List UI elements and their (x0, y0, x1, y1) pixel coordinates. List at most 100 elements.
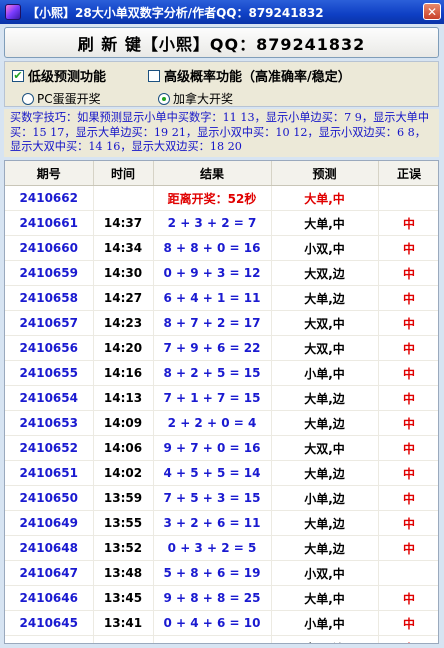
period-cell: 2410649 (5, 510, 94, 536)
time-cell: 14:06 (93, 435, 154, 461)
table-row[interactable]: 2410647 13:48 5 + 8 + 6 = 19 小双,中 (5, 560, 438, 586)
time-cell: 14:37 (93, 210, 154, 236)
table-row[interactable]: 241064413:385 + 5 + 6 = 16大双,边中 (5, 635, 438, 643)
high-prob-checkbox[interactable]: 高级概率功能（高准确率/稳定） (148, 66, 351, 85)
time-cell: 14:02 (93, 460, 154, 486)
prediction-cell: 小单,中 (271, 360, 379, 386)
prediction-cell: 大单,边 (271, 510, 379, 536)
results-grid: 期号 时间 结果 预测 正误 2410662 距离开奖：52秒 大单,中 241066… (4, 160, 439, 644)
period-cell: 2410659 (5, 260, 94, 286)
table-row[interactable]: 2410646 13:45 9 + 8 + 8 = 25 大单,中中 (5, 585, 438, 611)
result-cell: 8 + 8 + 0 = 16 (153, 235, 272, 261)
period-cell: 2410648 (5, 535, 94, 561)
check-cell: 中 (378, 235, 438, 261)
result-cell: 0 + 9 + 3 = 12 (153, 260, 272, 286)
radio-icon[interactable] (22, 92, 34, 105)
refresh-button[interactable]: 刷 新 键【小熙】QQ：879241832 (4, 27, 439, 58)
check-cell: 中 (378, 385, 438, 411)
table-row[interactable]: 2410657 14:23 8 + 7 + 2 = 17 大双,中中 (5, 310, 438, 336)
result-cell: 7 + 5 + 3 = 15 (153, 485, 272, 511)
checkbox-icon[interactable] (148, 69, 160, 82)
result-cell: 6 + 4 + 1 = 11 (153, 285, 272, 311)
app-icon (5, 4, 21, 20)
table-row[interactable]: 2410650 13:59 7 + 5 + 3 = 15 小单,边中 (5, 485, 438, 511)
time-cell: 14:09 (93, 410, 154, 436)
time-cell: 14:13 (93, 385, 154, 411)
prediction-cell: 大单,边 (271, 535, 379, 561)
time-cell: 13:41 (93, 610, 154, 636)
time-cell: 14:20 (93, 335, 154, 361)
time-cell: 13:48 (93, 560, 154, 586)
result-cell: 8 + 2 + 5 = 15 (153, 360, 272, 386)
table-row[interactable]: 2410656 14:20 7 + 9 + 6 = 22 大双,中中 (5, 335, 438, 361)
radio-selected-icon[interactable] (158, 92, 170, 105)
table-row[interactable]: 2410652 14:06 9 + 7 + 0 = 16 大双,中中 (5, 435, 438, 461)
period-cell: 2410645 (5, 610, 94, 636)
prediction-cell: 大双,边 (271, 635, 379, 643)
pc-radio-label: PC蛋蛋开奖 (37, 92, 101, 106)
period-cell: 2410662 (5, 185, 94, 211)
prediction-cell: 小双,中 (271, 560, 379, 586)
table-row[interactable]: 2410648 13:52 0 + 3 + 2 = 5 大单,边中 (5, 535, 438, 561)
result-cell: 7 + 1 + 7 = 15 (153, 385, 272, 411)
title-bar: 【小熙】28大小单双数字分析/作者QQ：879241832 ✕ (0, 0, 444, 24)
table-row[interactable]: 2410662 距离开奖：52秒 大单,中 (5, 185, 438, 211)
table-row[interactable]: 2410645 13:41 0 + 4 + 6 = 10 小单,中中 (5, 610, 438, 636)
time-cell: 13:38 (93, 635, 154, 643)
result-cell: 5 + 5 + 6 = 16 (153, 635, 272, 643)
low-predict-checkbox[interactable]: ✔ 低级预测功能 (12, 66, 106, 85)
table-row[interactable]: 2410660 14:34 8 + 8 + 0 = 16 小双,中中 (5, 235, 438, 261)
options-panel: ✔ 低级预测功能 高级概率功能（高准确率/稳定） PC蛋蛋开奖 加拿大开奖 (4, 61, 439, 107)
table-row[interactable]: 2410654 14:13 7 + 1 + 7 = 15 大单,边中 (5, 385, 438, 411)
check-cell: 中 (378, 260, 438, 286)
period-cell: 2410654 (5, 385, 94, 411)
check-cell (378, 185, 438, 211)
check-cell: 中 (378, 460, 438, 486)
results-table: 期号 时间 结果 预测 正误 2410662 距离开奖：52秒 大单,中 241066… (5, 161, 438, 643)
check-cell: 中 (378, 410, 438, 436)
result-cell: 2 + 3 + 2 = 7 (153, 210, 272, 236)
header-check[interactable]: 正误 (378, 161, 438, 186)
time-cell: 13:55 (93, 510, 154, 536)
period-cell: 2410647 (5, 560, 94, 586)
time-cell (93, 185, 154, 211)
result-cell: 9 + 7 + 0 = 16 (153, 435, 272, 461)
prediction-cell: 大单,边 (271, 285, 379, 311)
prediction-cell: 大双,中 (271, 435, 379, 461)
time-cell: 14:23 (93, 310, 154, 336)
check-cell: 中 (378, 485, 438, 511)
check-cell: 中 (378, 510, 438, 536)
check-cell: 中 (378, 360, 438, 386)
table-row[interactable]: 2410658 14:27 6 + 4 + 1 = 11 大单,边中 (5, 285, 438, 311)
check-cell: 中 (378, 585, 438, 611)
table-row[interactable]: 2410655 14:16 8 + 2 + 5 = 15 小单,中中 (5, 360, 438, 386)
time-cell: 14:30 (93, 260, 154, 286)
header-period[interactable]: 期号 (5, 161, 94, 186)
pc-radio[interactable]: PC蛋蛋开奖 (22, 90, 101, 107)
table-row[interactable]: 2410653 14:09 2 + 2 + 0 = 4 大单,边中 (5, 410, 438, 436)
period-cell: 2410653 (5, 410, 94, 436)
period-cell: 2410652 (5, 435, 94, 461)
table-row[interactable]: 2410659 14:30 0 + 9 + 3 = 12 大双,边中 (5, 260, 438, 286)
countdown-cell: 距离开奖：52秒 (153, 185, 272, 211)
prediction-cell: 小单,边 (271, 485, 379, 511)
time-cell: 14:27 (93, 285, 154, 311)
prediction-cell: 小单,中 (271, 610, 379, 636)
header-prediction[interactable]: 预测 (271, 161, 379, 186)
canada-radio[interactable]: 加拿大开奖 (158, 90, 233, 107)
prediction-cell: 大双,边 (271, 260, 379, 286)
time-cell: 14:16 (93, 360, 154, 386)
period-cell: 2410658 (5, 285, 94, 311)
check-cell: 中 (378, 610, 438, 636)
table-row[interactable]: 2410661 14:37 2 + 3 + 2 = 7 大单,中中 (5, 210, 438, 236)
table-row[interactable]: 2410651 14:02 4 + 5 + 5 = 14 大单,边中 (5, 460, 438, 486)
checkbox-icon[interactable]: ✔ (12, 69, 24, 82)
check-cell (378, 560, 438, 586)
check-cell: 中 (378, 435, 438, 461)
close-button[interactable]: ✕ (423, 3, 441, 20)
period-cell: 2410656 (5, 335, 94, 361)
result-cell: 4 + 5 + 5 = 14 (153, 460, 272, 486)
header-time[interactable]: 时间 (93, 161, 154, 186)
table-row[interactable]: 2410649 13:55 3 + 2 + 6 = 11 大单,边中 (5, 510, 438, 536)
header-result[interactable]: 结果 (153, 161, 272, 186)
